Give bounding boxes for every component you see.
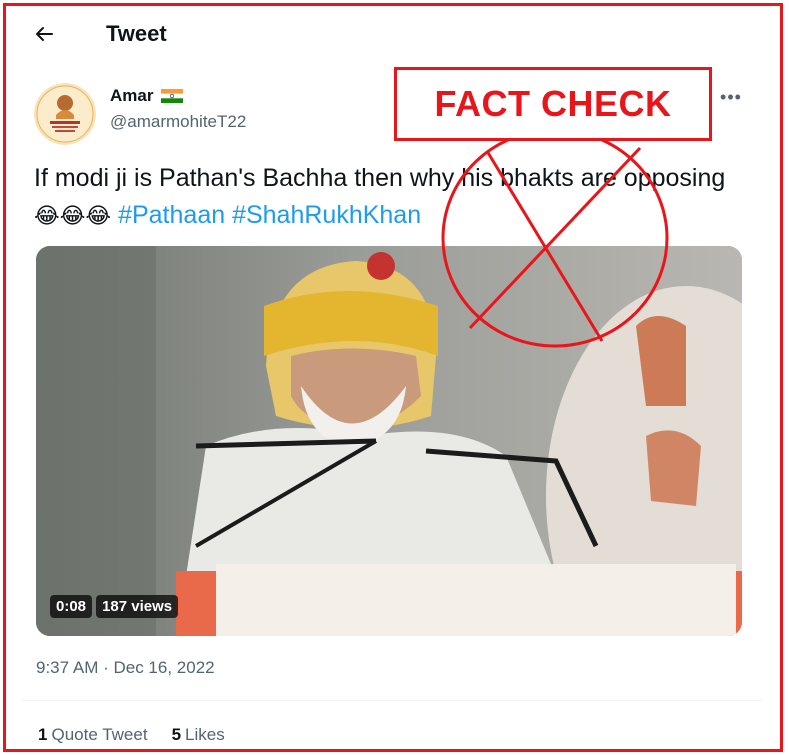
hashtag-shahrukhkhan[interactable]: #ShahRukhKhan [232,201,421,229]
video-duration: 0:08 [50,595,93,618]
tweet-stats: 1 Quote Tweet 5 Likes [38,725,225,745]
tweet-header: Tweet [22,14,762,54]
author-handle[interactable]: @amarmohiteT22 [110,112,246,132]
india-flag-icon [161,89,184,103]
quote-label: Quote Tweet [51,725,148,744]
likes-stat[interactable]: 5 Likes [172,725,225,745]
more-icon: ••• [720,86,742,107]
divider [22,700,762,701]
fact-check-stamp: FACT CHECK [394,67,712,141]
tweet-body: If modi ji is Pathan's Bachha then why h… [34,160,744,234]
video-views: 187 views [96,595,179,618]
video-badges: 0:08 187 views [50,595,179,618]
tweet-timestamp[interactable]: 9:37 AM · Dec 16, 2022 [36,658,215,678]
fact-check-label: FACT CHECK [434,83,672,124]
avatar[interactable] [34,83,96,145]
page-title: Tweet [106,21,167,46]
author-name[interactable]: Amar [110,86,153,106]
video-thumbnail [36,246,742,636]
more-options-button[interactable]: ••• [718,84,744,110]
author-name-row: Amar [110,86,184,106]
back-button[interactable] [26,16,62,52]
laughing-emoji-icon: 😂😂😂 [34,203,112,228]
hashtag-pathaan[interactable]: #Pathaan [118,201,225,229]
quote-tweets-stat[interactable]: 1 Quote Tweet [38,725,148,745]
quote-count: 1 [38,725,48,744]
video-player[interactable]: 0:08 187 views [36,246,742,636]
arrow-left-icon [36,27,53,41]
likes-label: Likes [185,725,225,744]
tweet-text: If modi ji is Pathan's Bachha then why h… [34,164,726,192]
likes-count: 5 [171,725,182,744]
